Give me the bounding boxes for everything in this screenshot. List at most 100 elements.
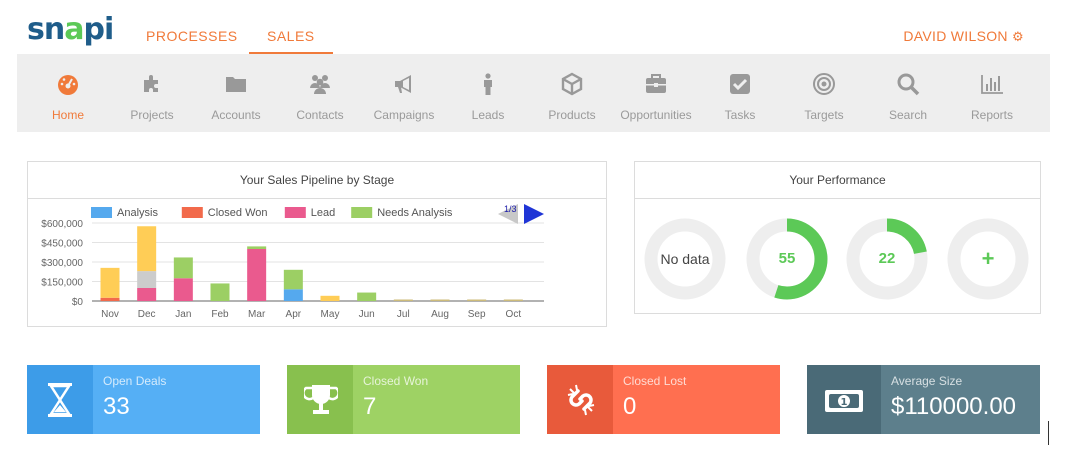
stat-closed-lost[interactable]: Closed Lost 0 xyxy=(547,365,780,434)
performance-ring-55[interactable]: 55 xyxy=(746,218,828,300)
pipeline-chart: $0 $150,000 $300,000 $450,000 $600,000 Nov Dec… xyxy=(41,204,544,320)
y-tick-label: $300,000 xyxy=(41,258,83,269)
y-tick-label: $450,000 xyxy=(41,239,83,250)
nav-projects[interactable]: Projects xyxy=(110,54,194,132)
logo[interactable]: snapi xyxy=(27,12,114,47)
x-tick-label: Nov xyxy=(101,309,119,320)
tab-sales[interactable]: SALES xyxy=(249,28,333,54)
stat-open-deals[interactable]: Open Deals 33 xyxy=(27,365,260,434)
megaphone-icon xyxy=(395,75,411,93)
performance-ring-nodata[interactable]: No data xyxy=(644,218,726,300)
nav-search[interactable]: Search xyxy=(866,54,950,132)
bar-segment xyxy=(137,271,157,288)
ring-label: 22 xyxy=(878,250,896,267)
stat-label: Open Deals xyxy=(103,374,167,388)
bar-segment xyxy=(137,226,157,272)
nav-label: Search xyxy=(888,108,928,122)
x-tick-label: Aug xyxy=(431,309,449,320)
person-icon xyxy=(484,73,492,95)
trophy-icon xyxy=(304,385,338,414)
y-tick-label: $150,000 xyxy=(41,278,83,289)
legend-label: Analysis xyxy=(117,207,158,219)
next-page-arrow xyxy=(524,204,544,224)
stat-icon-box: 1 xyxy=(807,365,881,434)
x-tick-label: Jun xyxy=(359,309,375,320)
x-tick-label: Apr xyxy=(286,309,302,320)
svg-text:1: 1 xyxy=(841,397,848,408)
legend-swatch xyxy=(351,207,373,218)
gear-icon[interactable]: ⚙ xyxy=(1012,29,1024,44)
nav-label: Reports xyxy=(970,108,1014,122)
bar-segment xyxy=(283,289,303,301)
cube-icon xyxy=(561,72,583,96)
legend-swatch xyxy=(181,207,203,218)
nav-home[interactable]: Home xyxy=(26,54,110,132)
nav-tasks[interactable]: Tasks xyxy=(698,54,782,132)
ring-label: No data xyxy=(660,251,710,267)
x-tick-label: Jan xyxy=(175,309,191,320)
nav-label: Targets xyxy=(804,108,844,122)
nav-label: Opportunities xyxy=(620,108,692,122)
pipeline-title: Your Sales Pipeline by Stage xyxy=(28,162,606,199)
stat-average-size[interactable]: 1 Average Size $110000.00 xyxy=(807,365,1040,434)
stat-value: 33 xyxy=(103,393,130,420)
nav-leads[interactable]: Leads xyxy=(446,54,530,132)
nav-targets[interactable]: Targets xyxy=(782,54,866,132)
performance-ring-22[interactable]: 22 xyxy=(846,218,928,300)
user-menu[interactable]: DAVID WILSON ⚙ xyxy=(903,28,1024,45)
broken-link-icon xyxy=(567,384,595,416)
add-performance-button[interactable]: + xyxy=(947,218,1029,300)
bar-segment xyxy=(173,257,193,279)
legend-label: Needs Analysis xyxy=(377,207,453,219)
folder-icon xyxy=(226,77,246,92)
x-tick-label: Sep xyxy=(468,309,486,320)
bar-segment xyxy=(357,292,377,301)
nav-campaigns[interactable]: Campaigns xyxy=(362,54,446,132)
nav-label: Contacts xyxy=(296,108,344,122)
dashboard-icon xyxy=(58,75,78,95)
nav-label: Campaigns xyxy=(373,108,435,122)
legend-label: Lead xyxy=(311,207,335,219)
x-tick-label: Mar xyxy=(248,309,266,320)
bar-segment xyxy=(430,299,450,301)
tab-processes[interactable]: PROCESSES xyxy=(146,28,238,44)
stat-label: Average Size xyxy=(891,374,963,388)
stat-closed-won[interactable]: Closed Won 7 xyxy=(287,365,520,434)
pipeline-panel: Your Sales Pipeline by Stage $0 $150,000 $… xyxy=(27,161,607,327)
stat-label: Closed Won xyxy=(363,374,429,388)
plus-icon: + xyxy=(981,246,995,271)
stat-label: Closed Lost xyxy=(623,374,687,388)
hourglass-icon xyxy=(48,383,72,417)
performance-panel: Your Performance No data 55 22 + xyxy=(634,161,1041,314)
nav-reports[interactable]: Reports xyxy=(950,54,1034,132)
nav-label: Tasks xyxy=(724,108,756,122)
pager-label: 1/3 xyxy=(504,204,517,214)
bar-segment xyxy=(283,269,303,290)
stat-icon-box xyxy=(547,365,613,434)
briefcase-icon xyxy=(646,74,666,93)
search-icon xyxy=(897,73,920,96)
bar-segment xyxy=(247,249,267,301)
bar-segment xyxy=(100,267,120,298)
nav-label: Home xyxy=(51,108,84,122)
bar-chart-icon xyxy=(981,75,1003,94)
y-tick-label: $0 xyxy=(72,297,84,308)
text-cursor xyxy=(1048,421,1049,445)
x-tick-label: May xyxy=(321,309,340,320)
nav-products[interactable]: Products xyxy=(530,54,614,132)
legend-label: Closed Won xyxy=(208,207,268,219)
nav-accounts[interactable]: Accounts xyxy=(194,54,278,132)
x-tick-label: Oct xyxy=(506,309,522,320)
nav-opportunities[interactable]: Opportunities xyxy=(614,54,698,132)
main-nav: Home Projects Accounts Contacts Campaign… xyxy=(17,54,1050,132)
x-tick-label: Feb xyxy=(211,309,229,320)
nav-label: Projects xyxy=(130,108,174,122)
stat-value: 7 xyxy=(363,393,377,420)
bar-segment xyxy=(173,278,193,301)
x-tick-label: Jul xyxy=(397,309,410,320)
nav-label: Leads xyxy=(471,108,505,122)
bar-segment xyxy=(100,297,120,301)
performance-title: Your Performance xyxy=(635,162,1040,199)
stat-value: $110000.00 xyxy=(891,393,1017,420)
nav-contacts[interactable]: Contacts xyxy=(278,54,362,132)
